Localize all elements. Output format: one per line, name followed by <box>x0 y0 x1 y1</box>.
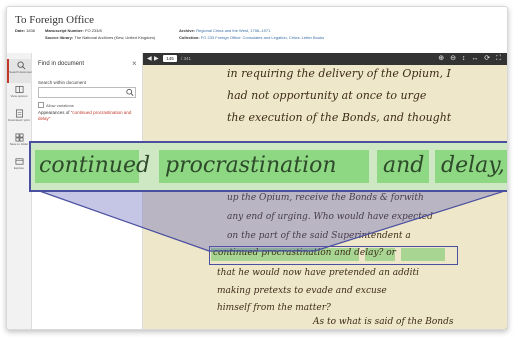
zoom-word: and <box>383 153 425 178</box>
zoom-word: delay, <box>441 153 505 178</box>
zoom-word: continued <box>39 153 151 178</box>
zoom-word: procrastination <box>165 153 337 178</box>
app-window: To Foreign Office Date: 1836 Manuscript … <box>6 6 508 330</box>
zoom-magnifier: continued procrastination and delay, <box>29 141 507 192</box>
